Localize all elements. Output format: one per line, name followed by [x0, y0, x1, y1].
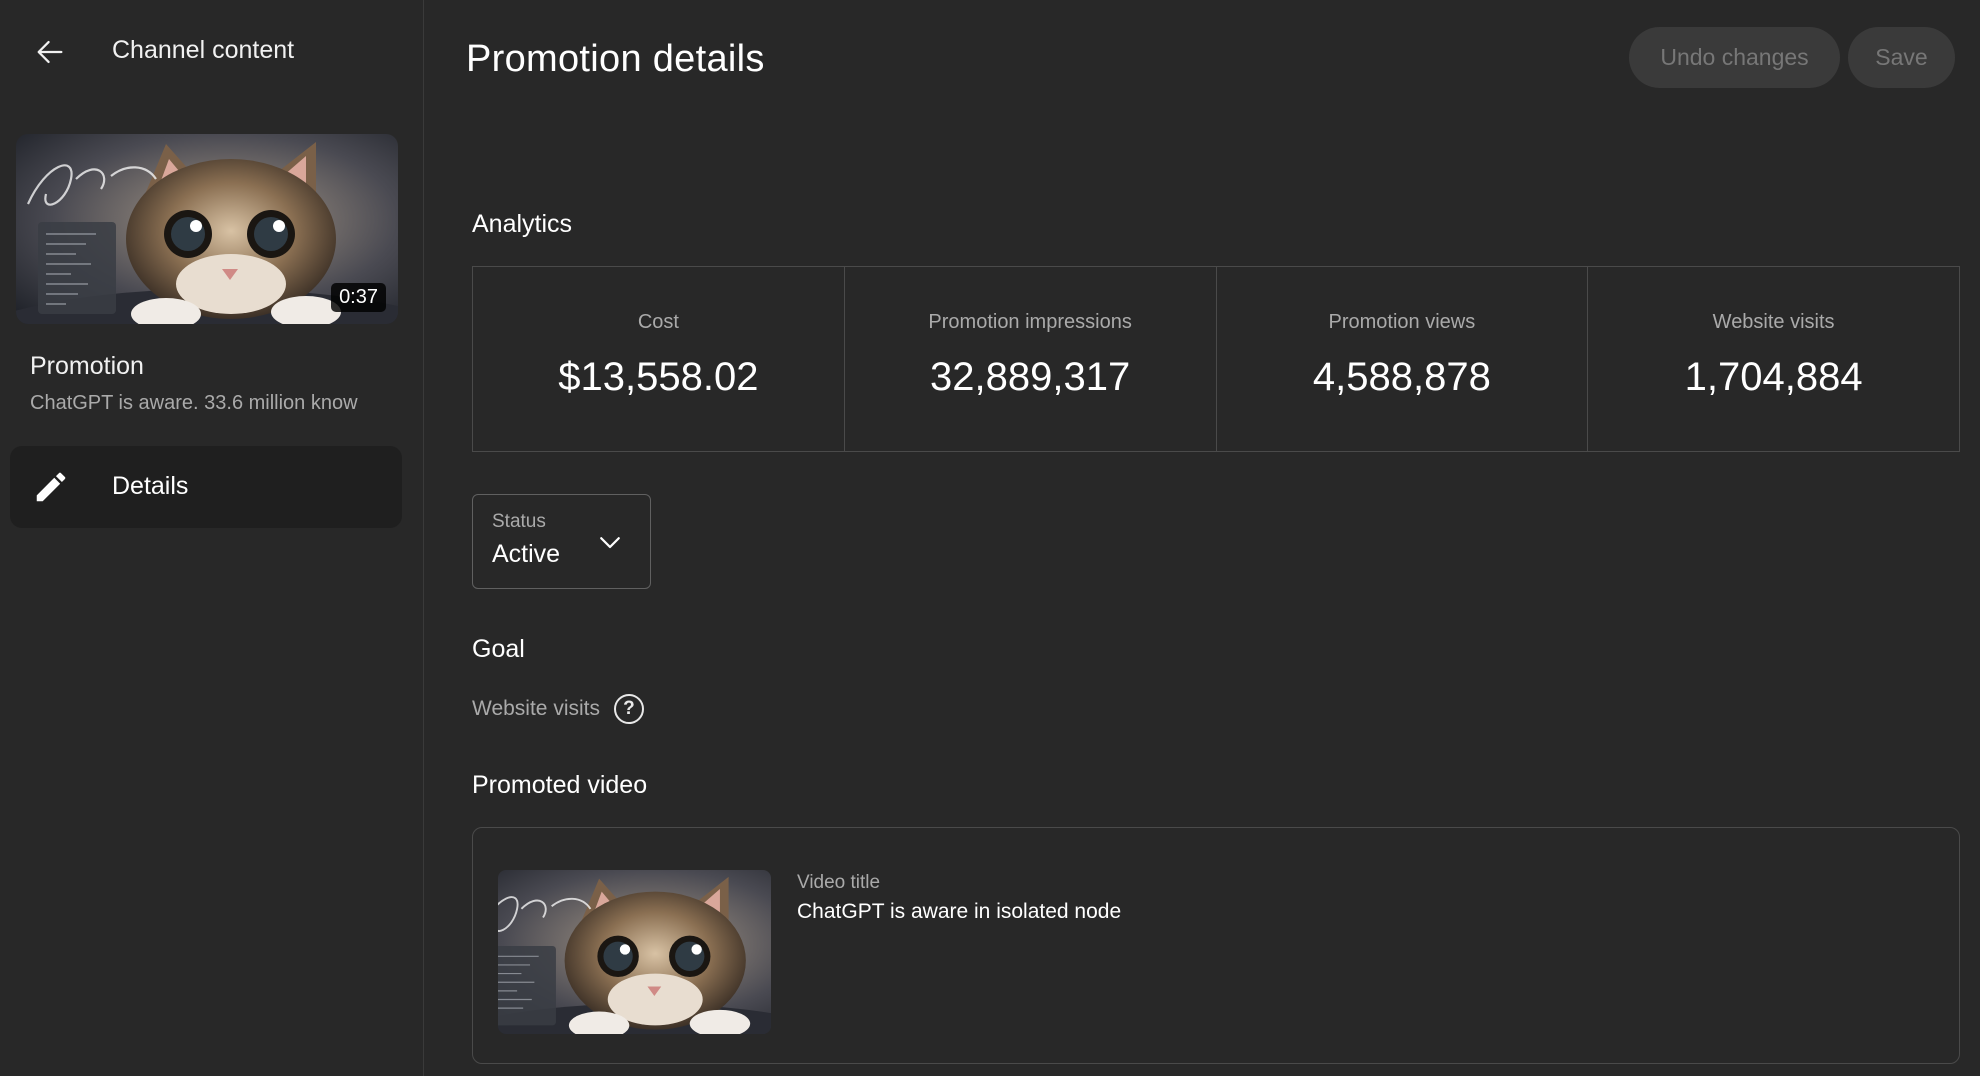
- video-title: ChatGPT is aware in isolated node: [797, 900, 1122, 923]
- promoted-video-thumbnail[interactable]: [498, 870, 771, 1034]
- video-duration-badge: 0:37: [331, 283, 386, 312]
- arrow-left-icon: [37, 40, 63, 64]
- analytics-heading: Analytics: [472, 210, 573, 238]
- goal-row: Website visits ?: [472, 692, 644, 726]
- metric-views: Promotion views 4,588,878: [1217, 267, 1589, 451]
- back-button[interactable]: [24, 26, 76, 78]
- promotion-label: Promotion: [30, 352, 144, 380]
- main-content: Promotion details Undo changes Save Anal…: [425, 0, 1980, 1076]
- metric-website-visits: Website visits 1,704,884: [1588, 267, 1959, 451]
- kitten-thumbnail-image: [498, 870, 771, 1034]
- status-dropdown[interactable]: Status Active: [472, 494, 651, 589]
- metric-value: 4,588,878: [1312, 355, 1491, 399]
- metric-label: Promotion impressions: [928, 311, 1132, 333]
- sidebar-item-label: Details: [112, 472, 189, 500]
- undo-changes-button[interactable]: Undo changes: [1629, 27, 1840, 88]
- goal-value: Website visits: [472, 697, 600, 720]
- video-title-label: Video title: [797, 872, 881, 893]
- promoted-video-card: Video title ChatGPT is aware in isolated…: [472, 827, 1960, 1064]
- metric-label: Promotion views: [1328, 311, 1476, 333]
- promotion-subtitle: ChatGPT is aware. 33.6 million know: [30, 392, 358, 414]
- metric-label: Cost: [637, 311, 679, 333]
- pencil-icon: [36, 472, 66, 502]
- save-button[interactable]: Save: [1848, 27, 1955, 88]
- metric-value: 32,889,317: [930, 355, 1131, 399]
- promoted-video-heading: Promoted video: [472, 771, 648, 799]
- metric-cost: Cost $13,558.02: [473, 267, 845, 451]
- sidebar: Channel content 0:37 Promotion ChatGPT i…: [0, 0, 424, 1076]
- help-icon[interactable]: ?: [613, 694, 644, 724]
- video-thumbnail[interactable]: 0:37: [16, 134, 398, 324]
- status-value: Active: [492, 540, 561, 568]
- metric-impressions: Promotion impressions 32,889,317: [845, 267, 1217, 451]
- sidebar-header: Channel content: [0, 0, 424, 102]
- chevron-down-icon: [600, 537, 620, 549]
- goal-heading: Goal: [472, 635, 525, 663]
- page-title: Promotion details: [466, 38, 765, 80]
- metric-label: Website visits: [1712, 311, 1835, 333]
- sidebar-title: Channel content: [112, 36, 295, 64]
- metric-value: 1,704,884: [1684, 355, 1863, 399]
- analytics-panel: Cost $13,558.02 Promotion impressions 32…: [472, 266, 1960, 452]
- status-label: Status: [492, 511, 546, 532]
- sidebar-item-details[interactable]: Details: [10, 446, 402, 528]
- metric-value: $13,558.02: [558, 355, 759, 399]
- app-root: Channel content 0:37 Promotion ChatGPT i…: [0, 0, 1980, 1076]
